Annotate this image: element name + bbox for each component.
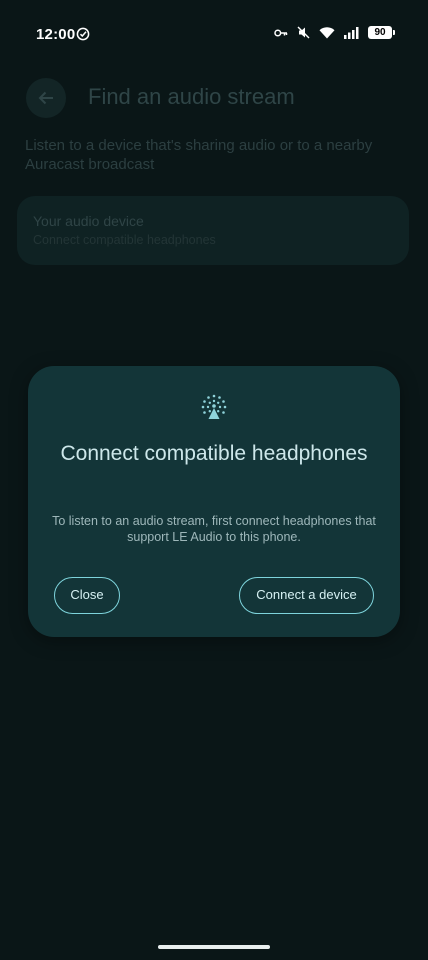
page-description: Listen to a device that's sharing audio … [25,137,373,173]
audio-device-subtitle: Connect compatible headphones [33,233,216,247]
dialog-title: Connect compatible headphones [60,442,368,465]
broadcast-icon [201,394,227,419]
dialog-body: To listen to an audio stream, first conn… [52,514,376,544]
connect-device-button[interactable]: Connect a device [239,577,374,614]
connect-headphones-dialog: Connect compatible headphones To listen … [28,366,400,637]
home-indicator[interactable] [158,945,270,949]
close-button[interactable]: Close [54,577,120,614]
back-arrow-icon [38,91,53,105]
audio-device-card[interactable]: Your audio device Connect compatible hea… [17,196,409,265]
page-title: Find an audio stream [88,84,295,109]
back-button[interactable] [26,78,66,118]
audio-device-title: Your audio device [33,213,144,229]
